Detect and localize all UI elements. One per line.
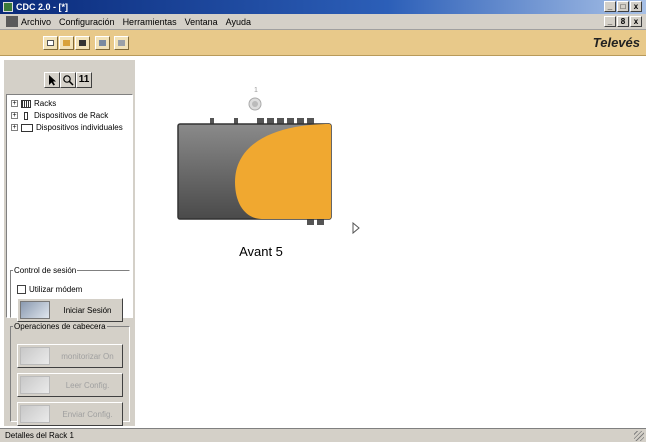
rack-folder-icon bbox=[21, 99, 31, 108]
maximize-button[interactable]: □ bbox=[617, 1, 629, 12]
rack-device-icon bbox=[24, 111, 28, 120]
doc-close-button[interactable]: x bbox=[630, 16, 642, 27]
open-folder-icon[interactable] bbox=[59, 36, 74, 50]
login-label: Iniciar Sesión bbox=[63, 305, 112, 315]
monitor-on-button[interactable]: monitorizar On bbox=[17, 344, 123, 368]
use-modem-checkbox[interactable]: Utilizar módem bbox=[17, 285, 82, 294]
device-icon[interactable] bbox=[114, 36, 129, 50]
minimize-button[interactable]: _ bbox=[604, 1, 616, 12]
tree-node-racks[interactable]: + Racks bbox=[11, 99, 56, 108]
status-bar: Detalles del Rack 1 bbox=[0, 428, 646, 442]
device-index-label: 1 bbox=[254, 87, 258, 94]
left-panel: 11 + Racks + Dispositivos de Rack + Disp… bbox=[4, 60, 135, 426]
read-config-button[interactable]: Leer Config. bbox=[17, 373, 123, 397]
canvas-drawing: 1 Avant 5 bbox=[177, 87, 360, 259]
doc-minimize-button[interactable]: _ bbox=[604, 16, 616, 27]
menu-bar: Archivo Configuración Herramientas Venta… bbox=[0, 14, 646, 30]
window-controls: _ □ x bbox=[604, 1, 642, 12]
televes-logo: Televés bbox=[592, 35, 640, 50]
tree-label: Dispositivos individuales bbox=[36, 123, 123, 132]
resize-grip-icon[interactable] bbox=[634, 431, 644, 441]
menu-ventana[interactable]: Ventana bbox=[185, 17, 218, 27]
play-arrow-icon[interactable] bbox=[352, 221, 360, 235]
design-canvas[interactable]: 1 Avant 5 bbox=[137, 60, 646, 428]
headend-operations-title: Operaciones de cabecera bbox=[14, 322, 106, 331]
zoom-icon[interactable] bbox=[60, 72, 76, 88]
tool-palette: 11 bbox=[44, 72, 92, 88]
window-title: CDC 2.0 - [*] bbox=[16, 2, 69, 12]
checkbox-box[interactable] bbox=[17, 285, 26, 294]
individual-device-icon bbox=[21, 123, 33, 132]
doc-restore-button[interactable]: 8 bbox=[617, 16, 629, 27]
rack-icon[interactable] bbox=[95, 36, 110, 50]
app-icon bbox=[3, 2, 13, 12]
status-text: Detalles del Rack 1 bbox=[5, 431, 74, 440]
tree-node-rack-devices[interactable]: + Dispositivos de Rack bbox=[11, 111, 108, 120]
tree-label: Racks bbox=[34, 99, 57, 108]
tree-node-individual-devices[interactable]: + Dispositivos individuales bbox=[11, 123, 123, 132]
use-modem-label: Utilizar módem bbox=[29, 285, 83, 294]
expand-icon[interactable]: + bbox=[11, 112, 18, 119]
menu-herramientas[interactable]: Herramientas bbox=[123, 17, 177, 27]
send-config-button[interactable]: Enviar Config. bbox=[17, 402, 123, 426]
read-config-label: Leer Config. bbox=[65, 380, 110, 390]
headend-operations-group: Operaciones de cabecera monitorizar On L… bbox=[10, 322, 130, 426]
pointer-icon[interactable] bbox=[44, 72, 60, 88]
avant5-device-icon[interactable] bbox=[177, 118, 332, 225]
close-button[interactable]: x bbox=[630, 1, 642, 12]
login-icon bbox=[20, 301, 50, 319]
expand-icon[interactable]: + bbox=[11, 124, 18, 131]
monitor-icon bbox=[20, 347, 50, 365]
login-button[interactable]: Iniciar Sesión bbox=[17, 298, 123, 322]
session-control-group: Control de sesión Utilizar módem Iniciar… bbox=[10, 266, 130, 322]
new-document-icon[interactable] bbox=[43, 36, 58, 50]
save-icon[interactable] bbox=[75, 36, 90, 50]
expand-icon[interactable]: + bbox=[11, 100, 18, 107]
monitor-on-label: monitorizar On bbox=[61, 351, 114, 361]
title-bar: CDC 2.0 - [*] _ □ x bbox=[0, 0, 646, 14]
numbering-icon[interactable]: 11 bbox=[76, 72, 92, 88]
send-config-label: Enviar Config. bbox=[62, 409, 113, 419]
tree-label: Dispositivos de Rack bbox=[34, 111, 109, 120]
session-control-title: Control de sesión bbox=[14, 266, 77, 275]
document-window-controls: _ 8 x bbox=[604, 16, 642, 27]
menu-configuracion[interactable]: Configuración bbox=[59, 17, 115, 27]
rack-connector-icon[interactable] bbox=[248, 97, 262, 111]
menu-archivo[interactable]: Archivo bbox=[21, 17, 51, 27]
send-config-icon bbox=[20, 405, 50, 423]
toolbar: Televés bbox=[0, 30, 646, 56]
device-label: Avant 5 bbox=[239, 244, 283, 259]
menu-ayuda[interactable]: Ayuda bbox=[226, 17, 251, 27]
document-menu-icon[interactable] bbox=[6, 16, 18, 27]
read-config-icon bbox=[20, 376, 50, 394]
